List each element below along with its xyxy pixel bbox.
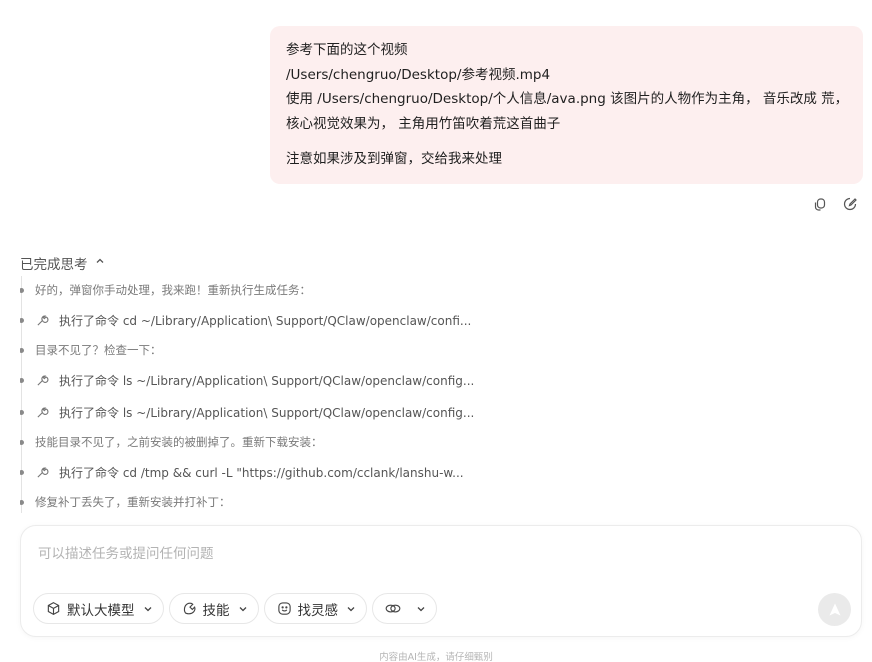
thinking-step: 好的，弹窗你手动处理，我来跑！重新执行生成任务： xyxy=(20,280,311,300)
timeline-dot xyxy=(20,317,24,323)
timeline-dot xyxy=(20,439,24,445)
wrench-icon xyxy=(37,466,49,478)
wrench-icon xyxy=(37,374,49,386)
wrench-icon xyxy=(37,314,49,326)
edit-icon[interactable] xyxy=(842,196,858,212)
command-step[interactable]: 执行了命令 ls ~/Library/Application\ Support/… xyxy=(20,402,474,422)
cube-icon xyxy=(47,602,60,615)
chevron-up-icon xyxy=(94,255,106,271)
chevron-down-icon xyxy=(239,606,246,611)
command-step[interactable]: 执行了命令 cd ~/Library/Application\ Support/… xyxy=(20,310,471,330)
smile-icon xyxy=(277,602,291,615)
timeline-dot xyxy=(20,347,24,353)
command-step[interactable]: 执行了命令 ls ~/Library/Application\ Support/… xyxy=(20,370,474,390)
timeline-dot xyxy=(20,377,24,383)
send-button[interactable] xyxy=(818,593,851,626)
send-icon xyxy=(829,603,840,615)
user-message-line: 参考下面的这个视频 xyxy=(286,42,408,58)
timeline-dot xyxy=(20,287,24,293)
chevron-down-icon xyxy=(347,606,355,611)
inspiration-label: 找灵感 xyxy=(297,602,339,619)
command-step-text: 执行了命令 ls ~/Library/Application\ Support/… xyxy=(59,373,475,388)
model-select-label: 默认大模型 xyxy=(67,602,135,619)
chat-page: 参考下面的这个视频 /Users/chengruo/Desktop/参考视频.m… xyxy=(0,0,872,662)
timeline-dot xyxy=(20,409,24,415)
command-step[interactable]: 执行了命令 cd /tmp && curl -L "https://github… xyxy=(20,462,464,482)
thinking-step-text: 目录不见了？检查一下： xyxy=(35,343,162,357)
user-message-line: 使用 /Users/chengruo/Desktop/个人信息/ava.png … xyxy=(286,91,849,107)
timeline-dot xyxy=(20,469,24,475)
thinking-step-text: 修复补丁丢失了，重新安装并打补丁： xyxy=(35,495,231,509)
wrench-icon xyxy=(37,406,49,418)
copy-icon[interactable] xyxy=(812,196,828,212)
composer-toolbar: 默认大模型 技能 找灵感 xyxy=(33,593,437,624)
thinking-step: 修复补丁丢失了，重新安装并打补丁： xyxy=(20,492,231,512)
command-step-text: 执行了命令 ls ~/Library/Application\ Support/… xyxy=(59,405,475,420)
thinking-step: 技能目录不见了，之前安装的被删掉了。重新下载安装： xyxy=(20,432,323,452)
thinking-steps: 好的，弹窗你手动处理，我来跑！重新执行生成任务： 执行了命令 cd ~/Libr… xyxy=(20,276,480,513)
thinking-step-text: 好的，弹窗你手动处理，我来跑！重新执行生成任务： xyxy=(35,283,311,297)
command-step-text: 执行了命令 cd /tmp && curl -L "https://github… xyxy=(59,465,464,480)
prompt-input[interactable] xyxy=(36,542,840,566)
chevron-down-icon xyxy=(417,606,425,611)
user-message-bubble: 参考下面的这个视频 /Users/chengruo/Desktop/参考视频.m… xyxy=(270,26,863,184)
chevron-down-icon xyxy=(144,606,151,611)
skills-icon xyxy=(183,602,196,615)
model-select-button[interactable]: 默认大模型 xyxy=(33,593,164,624)
command-step-text: 执行了命令 cd ~/Library/Application\ Support/… xyxy=(59,313,472,328)
ai-disclaimer: 内容由AI生成，请仔细甄别 xyxy=(379,652,493,662)
timeline-dot xyxy=(20,499,24,505)
link-icon xyxy=(385,604,401,613)
composer: 默认大模型 技能 找灵感 xyxy=(20,525,862,637)
message-actions xyxy=(812,196,858,212)
thinking-step: 目录不见了？检查一下： xyxy=(20,340,162,360)
thinking-header-label: 已完成思考 xyxy=(20,257,88,273)
user-message-line: /Users/chengruo/Desktop/参考视频.mp4 xyxy=(286,66,551,83)
skills-label: 技能 xyxy=(202,602,230,619)
thinking-step-text: 技能目录不见了，之前安装的被删掉了。重新下载安装： xyxy=(35,435,323,449)
inspiration-button[interactable]: 找灵感 xyxy=(263,593,367,624)
link-button[interactable] xyxy=(372,593,437,624)
user-message-line: 核心视觉效果为， 主角用竹笛吹着荒这首曲子 xyxy=(286,115,561,132)
skills-button[interactable]: 技能 xyxy=(168,593,259,624)
user-message-note: 注意如果涉及到弹窗，交给我来处理 xyxy=(286,151,502,167)
thinking-toggle[interactable]: 已完成思考 xyxy=(20,253,106,273)
